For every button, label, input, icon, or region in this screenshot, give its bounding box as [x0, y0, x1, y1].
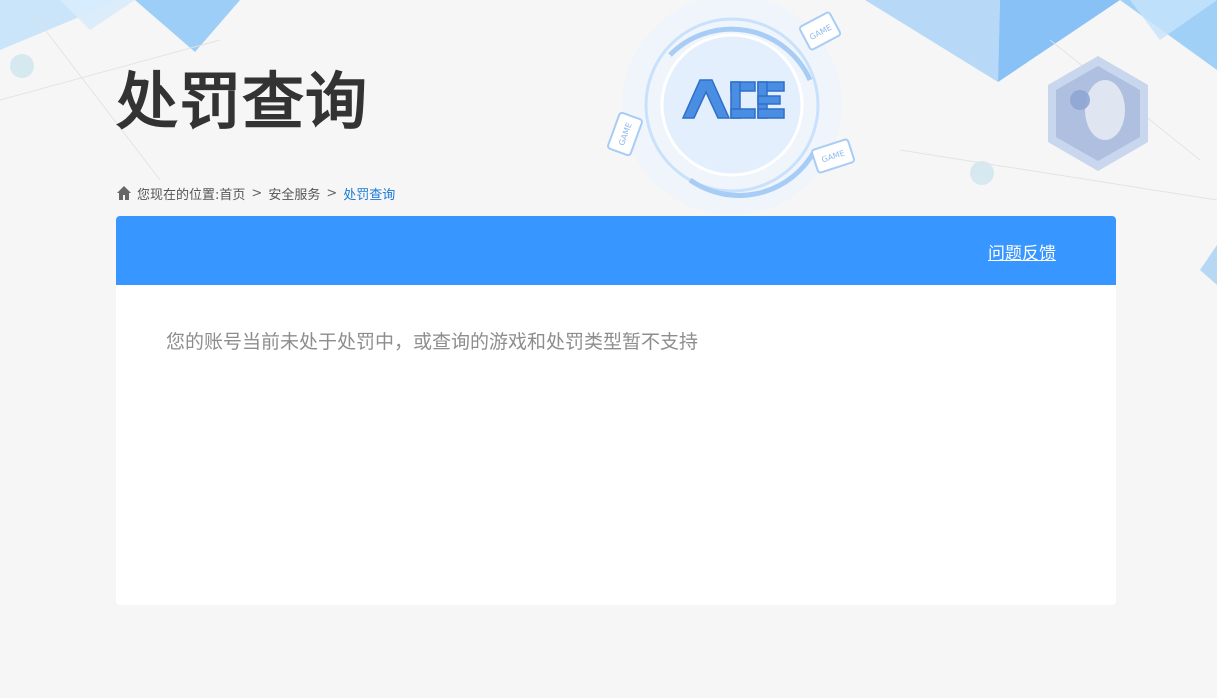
home-icon — [116, 185, 132, 201]
breadcrumb-separator: > — [326, 185, 338, 201]
breadcrumb-item-security-service[interactable]: 安全服务 — [268, 184, 320, 203]
status-message: 您的账号当前未处于处罚中，或查询的游戏和处罚类型暂不支持 — [166, 331, 699, 353]
breadcrumb-separator: > — [251, 185, 263, 201]
breadcrumb-item-current: 处罚查询 — [343, 187, 396, 203]
panel-body: 您的账号当前未处于处罚中，或查询的游戏和处罚类型暂不支持 — [116, 285, 1116, 396]
breadcrumb-location-label: 您现在的位置: — [137, 187, 220, 203]
panel-header: 问题反馈 — [116, 216, 1116, 285]
page-title: 处罚查询 — [116, 65, 369, 138]
breadcrumb: 您现在的位置: 首页 > 安全服务 > 处罚查询 — [116, 183, 395, 203]
feedback-link[interactable]: 问题反馈 — [988, 239, 1056, 264]
breadcrumb-item-home[interactable]: 首页 — [219, 184, 245, 203]
penalty-query-panel: 问题反馈 您的账号当前未处于处罚中，或查询的游戏和处罚类型暂不支持 — [116, 216, 1116, 605]
